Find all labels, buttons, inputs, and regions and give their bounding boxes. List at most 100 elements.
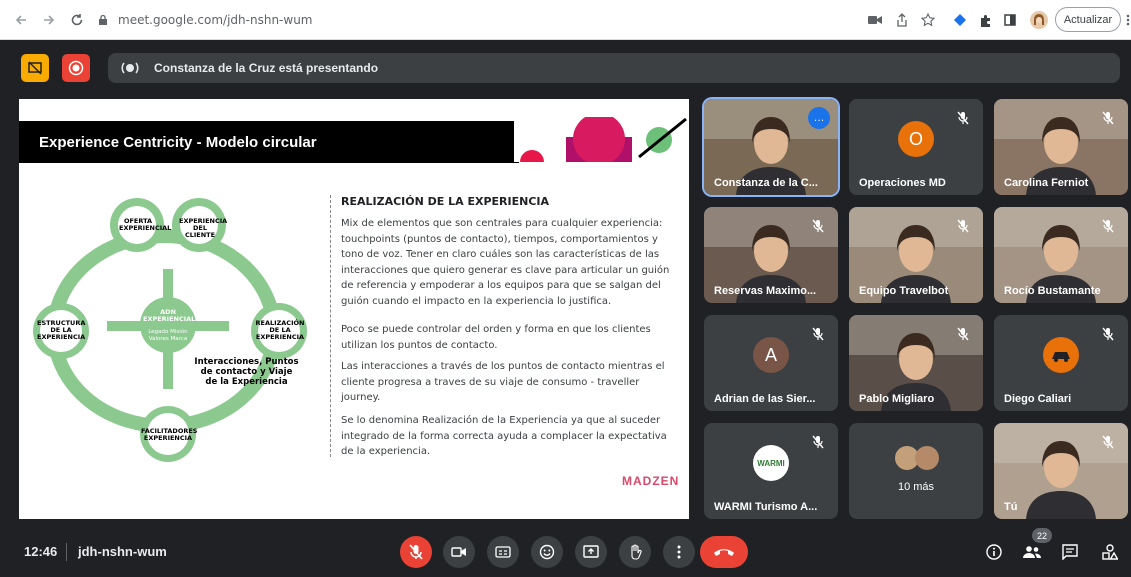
forward-icon[interactable] — [38, 9, 60, 31]
participant-name: WARMI Turismo A... — [714, 501, 818, 513]
recording-button[interactable] — [62, 54, 90, 82]
participant-name: Equipo Travelbot — [859, 285, 949, 297]
participant-tile[interactable]: … Constanza de la C... — [704, 99, 838, 195]
puzzle-icon[interactable] — [975, 10, 995, 30]
captions-button[interactable] — [487, 536, 519, 568]
bookmark-star-icon[interactable] — [918, 10, 938, 30]
present-screen-button[interactable] — [575, 536, 607, 568]
participant-name: 10 más — [897, 481, 935, 493]
participant-avatar: O — [898, 121, 934, 157]
raise-hand-button[interactable] — [619, 536, 651, 568]
slide-heading: REALIZACIÓN DE LA EXPERIENCIA — [341, 195, 550, 208]
shared-presentation: Experience Centricity - Modelo circular — [19, 99, 689, 519]
mic-off-icon — [1098, 216, 1118, 236]
divider — [66, 543, 67, 561]
participant-name: Carolina Ferniot — [1004, 177, 1089, 189]
chat-button[interactable] — [1059, 541, 1081, 563]
mic-off-icon — [953, 108, 973, 128]
participant-name: Tú — [1004, 501, 1018, 513]
divider — [330, 195, 331, 457]
participant-tile[interactable]: Equipo Travelbot — [849, 207, 983, 303]
participant-tile[interactable]: Pablo Migliaro — [849, 315, 983, 411]
no-presenter-notes-button[interactable] — [21, 54, 49, 82]
more-vert-icon — [677, 545, 681, 559]
hand-icon — [631, 544, 642, 560]
leave-call-button[interactable] — [700, 536, 748, 568]
participant-tile[interactable]: 10 más — [849, 423, 983, 519]
estructura-label: ESTRUCTURA DE LA EXPERIENCIA — [37, 319, 86, 341]
browser-menu-icon[interactable] — [1118, 10, 1131, 30]
present-icon — [583, 545, 599, 558]
back-icon[interactable] — [10, 9, 32, 31]
more-options-button[interactable] — [663, 536, 695, 568]
camera-toggle-button[interactable] — [443, 536, 475, 568]
captions-icon — [495, 546, 511, 558]
reload-icon[interactable] — [66, 9, 88, 31]
mic-off-icon — [808, 216, 828, 236]
meet-topbar: Constanza de la Cruz está presentando — [0, 40, 1131, 96]
participant-name: Operaciones MD — [859, 177, 946, 189]
participant-logo: WARMI — [753, 445, 789, 481]
experiencia-cliente-label: EXPERIENCIA DEL CLIENTE — [179, 217, 228, 239]
participant-tile[interactable]: A Adrian de las Sier... — [704, 315, 838, 411]
participant-name: Pablo Migliaro — [859, 393, 935, 405]
slide-paragraph: Mix de elementos que son centrales para … — [341, 218, 670, 307]
participant-name: Diego Caliari — [1004, 393, 1072, 405]
participant-name: Rocío Bustamante — [1004, 285, 1101, 297]
decorative-shapes — [514, 117, 689, 162]
people-button[interactable] — [1021, 541, 1043, 563]
emoji-icon — [539, 544, 555, 560]
url-text: meet.google.com/jdh-nshn-wum — [118, 13, 313, 27]
presenting-text: Constanza de la Cruz está presentando — [154, 61, 379, 75]
participant-avatar: A — [753, 337, 789, 373]
clock: 12:46 — [24, 544, 58, 559]
profile-avatar-icon[interactable] — [1029, 10, 1049, 30]
microphone-toggle-button[interactable] — [400, 536, 432, 568]
participant-name: Adrian de las Sier... — [714, 393, 816, 405]
tile-options-icon[interactable]: … — [808, 107, 830, 129]
diagram-caption: Interacciones, Puntos de contacto y Viaj… — [194, 357, 299, 387]
presentation-off-icon — [28, 61, 42, 75]
extension-icon[interactable] — [950, 10, 970, 30]
browser-toolbar: meet.google.com/jdh-nshn-wum Actualizar — [0, 0, 1131, 40]
update-button[interactable]: Actualizar — [1055, 7, 1121, 32]
mic-off-icon — [1098, 324, 1118, 344]
info-icon — [986, 544, 1002, 560]
people-icon — [1023, 546, 1041, 558]
participant-tile[interactable]: Diego Caliari — [994, 315, 1128, 411]
oferta-label: OFERTA EXPERIENCIAL — [119, 217, 172, 232]
facilitadores-label: FACILITADORES EXPERIENCIA — [141, 427, 198, 442]
lock-icon — [96, 13, 110, 27]
slide-paragraph: Poco se puede controlar del orden y form… — [341, 324, 651, 351]
mic-off-icon — [808, 324, 828, 344]
mic-off-icon — [1098, 432, 1118, 452]
participant-tile[interactable]: Rocío Bustamante — [994, 207, 1128, 303]
participant-logo-icon — [1043, 337, 1079, 373]
participant-tile[interactable]: Tú — [994, 423, 1128, 519]
address-bar[interactable]: meet.google.com/jdh-nshn-wum — [96, 8, 836, 32]
share-icon[interactable] — [892, 10, 912, 30]
activities-button[interactable] — [1099, 541, 1121, 563]
reactions-button[interactable] — [531, 536, 563, 568]
adn-label: ADN EXPERIENCIAL — [143, 308, 196, 323]
mic-off-icon — [808, 432, 828, 452]
adn-sub-label: Legado Misión Valores Marca — [148, 329, 188, 342]
mic-off-icon — [1098, 108, 1118, 128]
slide-title: Experience Centricity - Modelo circular — [39, 134, 317, 151]
meeting-code: jdh-nshn-wum — [78, 544, 167, 559]
meeting-info-button[interactable] — [983, 541, 1005, 563]
participant-tile[interactable]: Carolina Ferniot — [994, 99, 1128, 195]
participant-name: Reservas Maximo... — [714, 285, 817, 297]
chat-icon — [1062, 544, 1078, 560]
video-icon — [451, 547, 466, 557]
camera-indicator-icon[interactable] — [865, 10, 885, 30]
participant-tile[interactable]: Reservas Maximo... — [704, 207, 838, 303]
meet-controls-bar: 12:46 jdh-nshn-wum 22 — [0, 528, 1131, 577]
side-panel-icon[interactable] — [1000, 10, 1020, 30]
mic-off-icon — [953, 324, 973, 344]
slide-paragraph: Se lo denomina Realización de la Experie… — [341, 415, 667, 458]
activities-icon — [1102, 544, 1118, 560]
presenting-banner: Constanza de la Cruz está presentando — [108, 53, 1120, 83]
participant-tile[interactable]: WARMI WARMI Turismo A... — [704, 423, 838, 519]
participant-tile[interactable]: O Operaciones MD — [849, 99, 983, 195]
